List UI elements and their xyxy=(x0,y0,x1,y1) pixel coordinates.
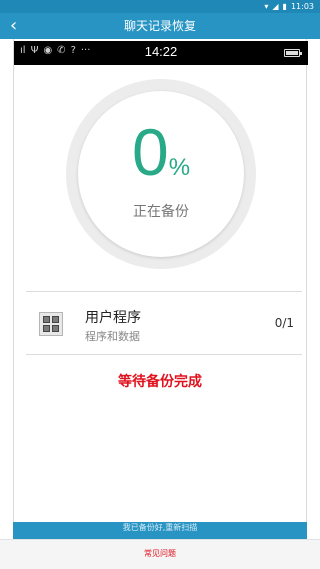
list-item-subtitle: 程序和数据 xyxy=(85,330,140,343)
system-status-bar: ▾ ◢ ▮ 11:03 xyxy=(0,0,320,13)
list-item-title: 用户程序 xyxy=(85,310,141,326)
progress-status: 正在备份 xyxy=(133,204,189,220)
page-title: 聊天记录恢复 xyxy=(123,19,196,33)
wifi-icon: ▾ xyxy=(264,2,269,11)
phone-status-bar: ıl Ψ ◉ ✆ ? ··· 14:22 xyxy=(14,41,308,65)
battery-icon: ▮ xyxy=(282,2,287,11)
status-icons: ▾ ◢ ▮ 11:03 xyxy=(264,0,314,13)
list-item-count: 0/1 xyxy=(274,316,294,330)
apps-grid-icon xyxy=(39,312,63,336)
signal-icon: ◢ xyxy=(272,2,279,11)
progress-unit: % xyxy=(168,154,191,181)
app-header: ‹ 聊天记录恢复 xyxy=(0,13,320,39)
list-item-user-apps[interactable]: 用户程序 程序和数据 0/1 xyxy=(14,293,308,355)
wait-message: 等待备份完成 xyxy=(118,374,202,390)
progress-ring: 0% 正在备份 xyxy=(66,79,256,269)
status-time: 11:03 xyxy=(290,2,314,11)
progress-value: 0 xyxy=(131,115,169,189)
rescan-button[interactable]: 我已备份好,重新扫描 xyxy=(13,522,307,539)
progress-readout: 0% xyxy=(78,119,244,185)
phone-time: 14:22 xyxy=(144,44,178,59)
battery-icon xyxy=(284,49,302,57)
progress-dial: 0% 正在备份 xyxy=(78,91,244,257)
divider-top xyxy=(26,291,302,292)
backup-screenshot: ıl Ψ ◉ ✆ ? ··· 14:22 0% 正在备份 用户程序 程序和数据 … xyxy=(13,39,308,539)
divider-bottom xyxy=(26,354,302,355)
faq-link[interactable]: 常见问题 xyxy=(0,539,320,569)
